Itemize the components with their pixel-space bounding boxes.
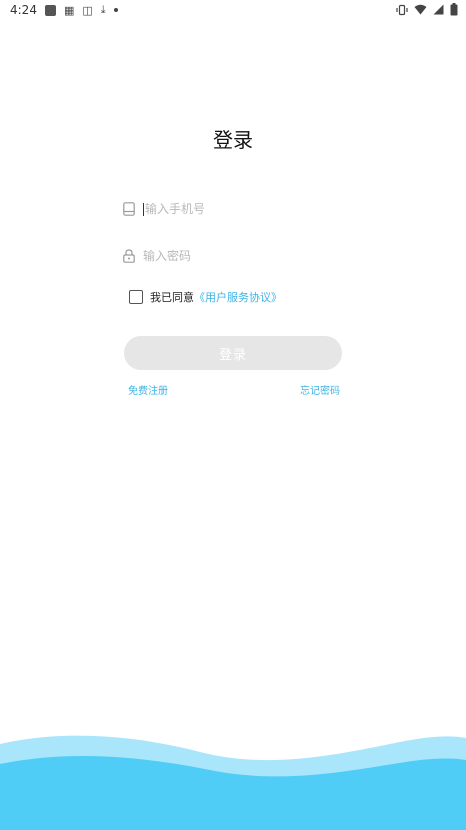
battery-icon	[450, 3, 458, 16]
text-caret	[143, 202, 144, 216]
clipboard-icon: ◫	[82, 3, 93, 17]
page-title: 登录	[213, 128, 253, 152]
phone-icon	[123, 202, 135, 216]
register-link[interactable]: 免费注册	[128, 382, 168, 397]
phone-field[interactable]	[123, 198, 343, 220]
download-icon: ⤓	[100, 3, 106, 16]
agree-label: 我已同意	[150, 291, 194, 304]
phone-input[interactable]	[145, 202, 325, 216]
a-icon: ▦	[63, 3, 75, 17]
forgot-password-link[interactable]: 忘记密码	[300, 382, 340, 397]
notification-square-icon	[44, 4, 56, 16]
password-field[interactable]	[123, 245, 343, 267]
status-right	[396, 3, 458, 16]
agreement-row: 我已同意 《用户服务协议》	[129, 289, 282, 305]
lock-icon	[123, 249, 135, 263]
vibrate-icon	[396, 4, 408, 15]
status-left: 4:24 ▦ ◫ ⤓	[10, 3, 118, 17]
login-button[interactable]: 登录	[124, 336, 342, 370]
wifi-icon	[414, 4, 427, 15]
user-agreement-link[interactable]: 《用户服务协议》	[194, 289, 282, 305]
status-bar: 4:24 ▦ ◫ ⤓	[0, 0, 466, 22]
password-input[interactable]	[143, 249, 323, 263]
signal-icon	[433, 4, 444, 15]
status-time: 4:24	[10, 3, 37, 17]
dot-icon	[113, 8, 118, 12]
agree-checkbox[interactable]	[129, 290, 143, 304]
wave-decoration	[0, 735, 466, 830]
